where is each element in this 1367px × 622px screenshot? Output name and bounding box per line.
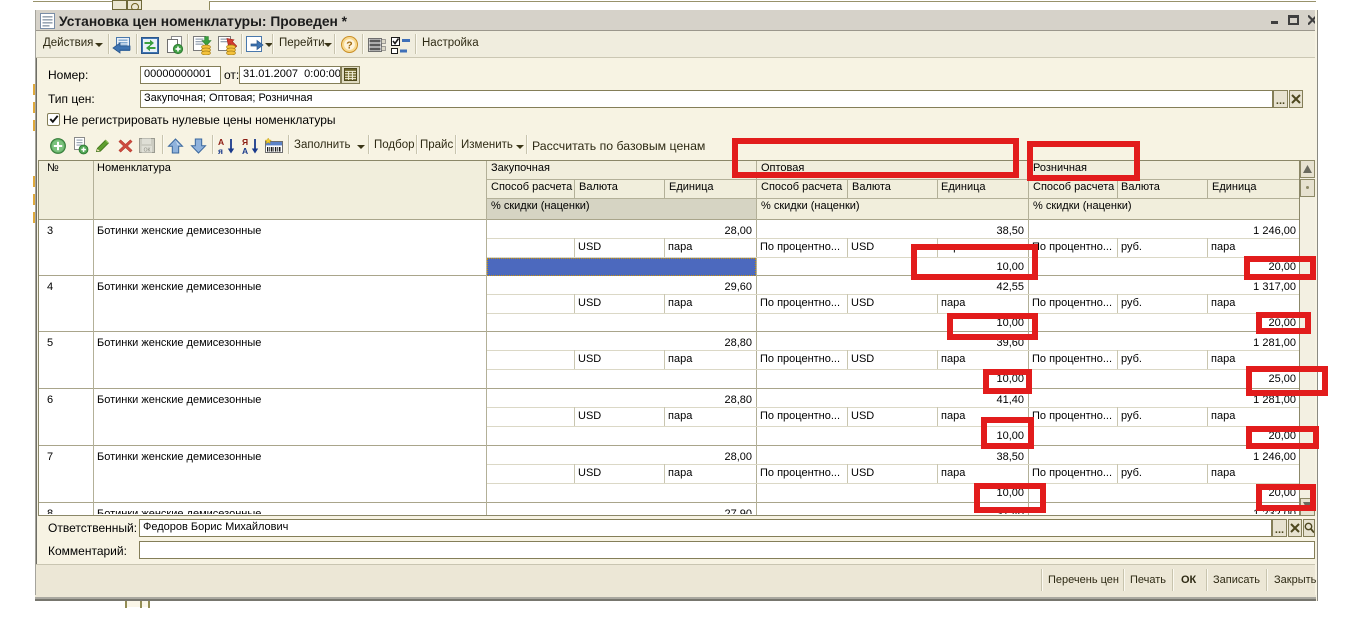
svg-text:ОК: ОК [144, 147, 151, 153]
svg-text:А: А [242, 146, 248, 155]
svg-text:?: ? [346, 39, 352, 51]
svg-text:я: я [218, 146, 223, 155]
